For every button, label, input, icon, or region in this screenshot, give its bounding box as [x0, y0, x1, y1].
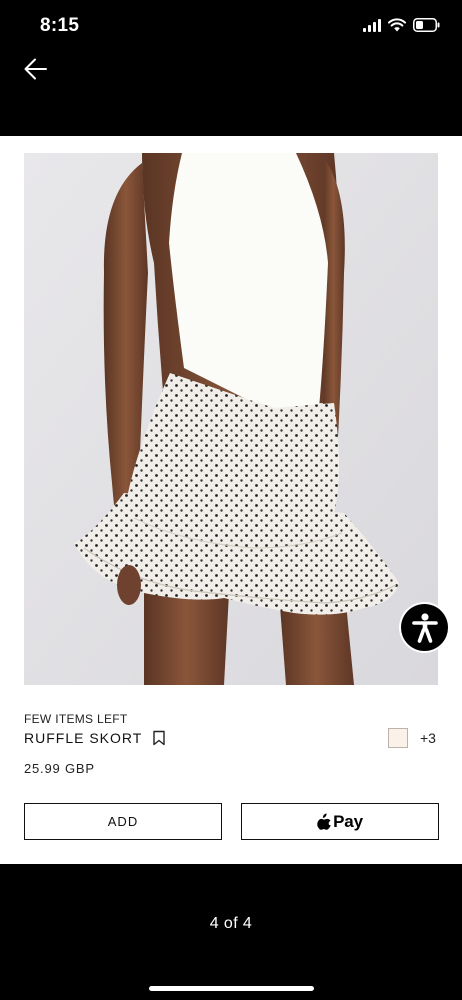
footer: 4 of 4 [0, 864, 462, 1000]
product-name: RUFFLE SKORT [24, 730, 143, 746]
signal-icon [363, 18, 381, 32]
wifi-icon [388, 18, 406, 32]
arrow-left-icon [24, 58, 47, 80]
product-image[interactable] [24, 153, 438, 685]
more-colors-count[interactable]: +3 [420, 730, 436, 746]
accessibility-icon [411, 612, 438, 643]
status-icons [363, 18, 440, 32]
home-indicator[interactable] [149, 986, 314, 991]
status-time: 8:15 [40, 15, 80, 36]
apple-pay-button[interactable]: Pay [241, 803, 439, 840]
status-bar: 8:15 [0, 0, 462, 50]
back-button[interactable] [20, 54, 54, 84]
product-title-row: RUFFLE SKORT [24, 730, 166, 746]
battery-icon [413, 18, 440, 32]
nav-bar [0, 50, 462, 136]
apple-pay-label: Pay [333, 811, 363, 831]
page-indicator: 4 of 4 [209, 915, 253, 932]
bookmark-icon[interactable] [152, 730, 166, 746]
stock-status: FEW ITEMS LEFT [24, 712, 128, 726]
product-price: 25.99 GBP [24, 761, 95, 776]
add-button[interactable]: ADD [24, 803, 222, 840]
color-swatch[interactable] [388, 728, 408, 748]
accessibility-button[interactable] [401, 604, 448, 651]
apple-icon [317, 813, 331, 830]
product-card: FEW ITEMS LEFT RUFFLE SKORT 25.99 GBP +3… [0, 136, 462, 864]
